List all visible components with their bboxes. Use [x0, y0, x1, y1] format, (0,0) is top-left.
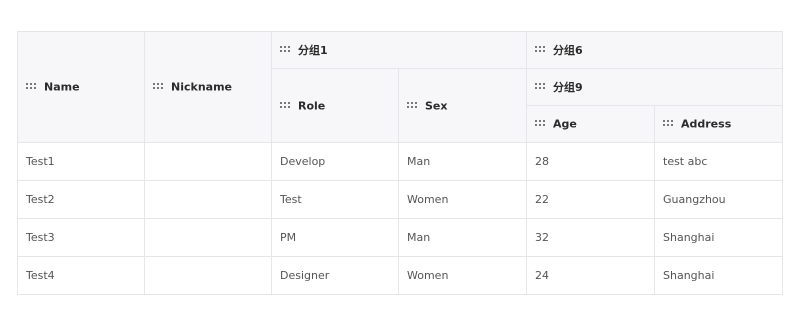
- cell-role: PM: [271, 218, 399, 257]
- cell-name: Test3: [17, 218, 145, 257]
- column-header-label: 分组9: [553, 81, 583, 94]
- cell-name: Test4: [17, 256, 145, 295]
- column-header-label: Address: [681, 117, 732, 131]
- column-header-label: Role: [298, 99, 326, 113]
- column-header-label: Nickname: [171, 80, 232, 94]
- column-group-header-group9[interactable]: 分组9: [526, 68, 783, 106]
- cell-role: Develop: [271, 142, 399, 181]
- drag-handle-icon[interactable]: [280, 101, 290, 108]
- drag-handle-icon[interactable]: [26, 83, 36, 90]
- cell-address: Shanghai: [654, 218, 783, 257]
- cell-sex: Man: [398, 218, 527, 257]
- cell-age: 22: [526, 180, 655, 219]
- drag-handle-icon[interactable]: [663, 120, 673, 127]
- cell-age: 24: [526, 256, 655, 295]
- column-header-role[interactable]: Role: [271, 68, 399, 143]
- column-header-address[interactable]: Address: [654, 105, 783, 143]
- table-row[interactable]: Test3 PM Man 32 Shanghai: [17, 218, 783, 257]
- column-header-age[interactable]: Age: [526, 105, 655, 143]
- drag-handle-icon[interactable]: [280, 46, 290, 52]
- drag-handle-icon[interactable]: [535, 120, 545, 127]
- data-table-container: Name Nickname 分组1 分组6 Role Sex 分组9 Age A…: [17, 31, 783, 295]
- cell-sex: Women: [398, 256, 527, 295]
- column-header-sex[interactable]: Sex: [398, 68, 527, 143]
- column-header-label: Sex: [425, 99, 448, 113]
- table-row[interactable]: Test1 Develop Man 28 test abc: [17, 142, 783, 181]
- drag-handle-icon[interactable]: [153, 83, 163, 90]
- cell-role: Test: [271, 180, 399, 219]
- cell-address: Guangzhou: [654, 180, 783, 219]
- data-table: Name Nickname 分组1 分组6 Role Sex 分组9 Age A…: [17, 31, 783, 295]
- cell-sex: Man: [398, 142, 527, 181]
- cell-nickname: [144, 142, 272, 181]
- cell-sex: Women: [398, 180, 527, 219]
- column-header-name[interactable]: Name: [17, 31, 145, 143]
- column-header-label: Name: [44, 80, 80, 94]
- column-group-header-group6[interactable]: 分组6: [526, 31, 783, 69]
- cell-address: Shanghai: [654, 256, 783, 295]
- column-header-label: Age: [553, 117, 577, 131]
- cell-age: 28: [526, 142, 655, 181]
- cell-nickname: [144, 256, 272, 295]
- table-row[interactable]: Test2 Test Women 22 Guangzhou: [17, 180, 783, 219]
- column-header-label: 分组1: [298, 44, 328, 57]
- cell-name: Test1: [17, 142, 145, 181]
- table-body: Test1 Develop Man 28 test abc Test2 Test…: [17, 142, 783, 295]
- table-header: Name Nickname 分组1 分组6 Role Sex 分组9 Age A…: [17, 31, 783, 143]
- table-row[interactable]: Test4 Designer Women 24 Shanghai: [17, 256, 783, 295]
- cell-nickname: [144, 180, 272, 219]
- cell-age: 32: [526, 218, 655, 257]
- drag-handle-icon[interactable]: [535, 46, 545, 52]
- drag-handle-icon[interactable]: [535, 83, 545, 89]
- column-header-label: 分组6: [553, 44, 583, 57]
- cell-role: Designer: [271, 256, 399, 295]
- column-header-nickname[interactable]: Nickname: [144, 31, 272, 143]
- cell-address: test abc: [654, 142, 783, 181]
- column-group-header-group1[interactable]: 分组1: [271, 31, 527, 69]
- drag-handle-icon[interactable]: [407, 101, 417, 108]
- cell-name: Test2: [17, 180, 145, 219]
- cell-nickname: [144, 218, 272, 257]
